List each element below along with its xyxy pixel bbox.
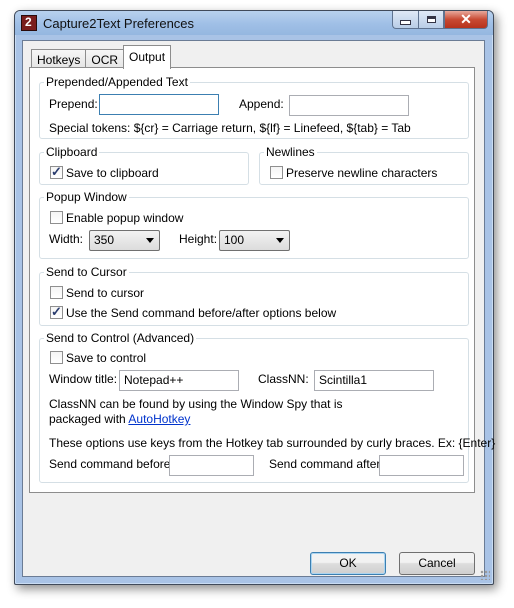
maximize-icon [426, 16, 436, 23]
close-button[interactable]: ✕ [444, 11, 488, 29]
prepend-append-title: Prepended/Appended Text [44, 75, 190, 89]
use-send-command-label[interactable]: Use the Send command before/after option… [66, 306, 336, 320]
cancel-button[interactable]: Cancel [399, 552, 475, 575]
curly-braces-note: These options use keys from the Hotkey t… [49, 436, 496, 450]
prepend-label: Prepend: [49, 97, 98, 111]
enable-popup-checkbox[interactable] [50, 211, 63, 224]
ok-button[interactable]: OK [310, 552, 386, 575]
window-title-input[interactable]: Notepad++ [119, 370, 239, 391]
send-after-input[interactable] [379, 455, 464, 476]
title-bar[interactable]: Capture2Text Preferences ✕ [15, 11, 493, 35]
save-to-clipboard-checkbox[interactable] [50, 164, 63, 180]
tab-strip: Hotkeys OCR Output [31, 45, 172, 69]
append-label: Append: [239, 97, 284, 111]
send-before-input[interactable] [169, 455, 254, 476]
append-input[interactable] [289, 95, 409, 116]
height-select[interactable]: 100 [219, 230, 290, 251]
tab-ocr[interactable]: OCR [85, 49, 125, 69]
preserve-newlines-label[interactable]: Preserve newline characters [286, 166, 437, 180]
save-to-control-checkbox[interactable] [50, 351, 63, 364]
send-to-control-title: Send to Control (Advanced) [44, 331, 197, 345]
chevron-down-icon [276, 238, 284, 243]
save-to-clipboard-label[interactable]: Save to clipboard [66, 166, 159, 180]
send-to-cursor-label[interactable]: Send to cursor [66, 286, 144, 300]
window-title-label: Window title: [49, 372, 118, 386]
classnn-info-line1: ClassNN can be found by using the Window… [49, 397, 343, 411]
width-select[interactable]: 350 [89, 230, 160, 251]
window-title: Capture2Text Preferences [43, 16, 195, 31]
width-value: 350 [94, 233, 115, 247]
classnn-input[interactable]: Scintilla1 [314, 370, 434, 391]
newlines-title: Newlines [264, 145, 317, 159]
height-label: Height: [179, 232, 218, 246]
packaged-with-text: packaged with [49, 412, 126, 426]
special-tokens-text: Special tokens: ${cr} = Carriage return,… [49, 121, 411, 135]
prepend-input[interactable] [99, 94, 219, 115]
resize-grip-icon[interactable] [480, 570, 490, 580]
popup-window-title: Popup Window [44, 190, 129, 204]
enable-popup-label[interactable]: Enable popup window [66, 211, 183, 225]
minimize-icon [400, 20, 411, 25]
send-after-label: Send command after: [269, 457, 384, 471]
send-to-cursor-title: Send to Cursor [44, 265, 129, 279]
close-icon: ✕ [460, 11, 472, 27]
classnn-label: ClassNN: [258, 372, 309, 386]
autohotkey-link[interactable]: AutoHotkey [128, 412, 190, 426]
tab-output[interactable]: Output [123, 45, 172, 69]
chevron-down-icon [146, 238, 154, 243]
save-to-control-label[interactable]: Save to control [66, 351, 146, 365]
classnn-info-line2: packaged with AutoHotkey [49, 412, 190, 426]
height-value: 100 [224, 233, 245, 247]
tab-hotkeys[interactable]: Hotkeys [31, 49, 87, 69]
clipboard-title: Clipboard [44, 145, 100, 159]
app-icon [21, 15, 37, 31]
send-before-label: Send command before: [49, 457, 174, 471]
output-tab-panel: Prepended/Appended Text Prepend: Append:… [29, 67, 495, 493]
width-label: Width: [49, 232, 84, 246]
minimize-button[interactable] [392, 11, 418, 29]
maximize-button[interactable] [418, 11, 444, 29]
send-to-cursor-checkbox[interactable] [50, 286, 63, 299]
use-send-command-checkbox[interactable] [50, 304, 63, 320]
preserve-newlines-checkbox[interactable] [270, 166, 283, 179]
